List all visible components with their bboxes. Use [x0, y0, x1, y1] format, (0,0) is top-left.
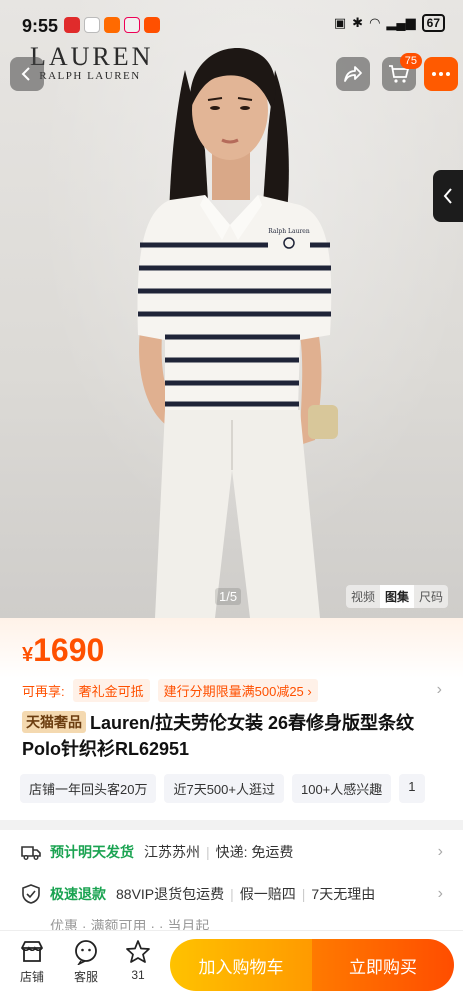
shield-check-icon — [22, 884, 40, 904]
product-tag: 店铺一年回头客20万 — [20, 774, 157, 803]
status-time: 9:55 — [22, 16, 59, 36]
bluetooth-icon: ✱ — [352, 15, 364, 30]
brand-logo: LAUREN RALPH LAUREN — [30, 42, 154, 83]
bottom-action-bar: 店铺 客服 31 加入购物车 立即购买 — [0, 930, 463, 1000]
price-currency: ¥ — [22, 644, 34, 666]
purchase-buttons: 加入购物车 立即购买 — [170, 939, 454, 991]
product-title: 天猫奢品 Lauren/拉夫劳伦女装 26春修身版型条纹Polo针织衫RL6295… — [22, 710, 442, 762]
notification-app-icon — [64, 17, 80, 33]
store-button[interactable]: 店铺 — [12, 939, 52, 985]
buy-now-button[interactable]: 立即购买 — [312, 939, 454, 991]
chevron-right-icon: › — [437, 843, 443, 860]
refund-item: 88VIP退货包运费 — [116, 886, 225, 902]
refund-item: 假一赔四 — [239, 886, 296, 902]
wifi-icon: ◠ — [369, 15, 381, 30]
cart-button[interactable]: 75 — [382, 53, 422, 91]
separator: | — [206, 844, 210, 860]
favorite-count: 31 — [131, 968, 145, 982]
more-button[interactable] — [424, 57, 458, 91]
brand-logo-sub: RALPH LAUREN — [39, 70, 141, 82]
shipping-highlight: 预计明天发货 — [50, 844, 134, 860]
product-tag: 100+人感兴趣 — [291, 774, 392, 803]
side-panel-tab[interactable] — [433, 170, 463, 222]
customer-service-label: 客服 — [73, 970, 98, 984]
notification-app-icon — [124, 17, 140, 33]
signal-icon: ▂▄▆ — [386, 15, 416, 30]
shipping-fee: 快递: 免运费 — [215, 844, 294, 860]
truck-icon — [21, 846, 41, 860]
coupon-row[interactable]: 可再享: 奢礼金可抵 建行分期限量满500减25 › › — [22, 678, 442, 702]
notification-app-icon — [84, 17, 100, 33]
media-tab-video[interactable]: 视频 — [346, 585, 380, 608]
chevron-left-icon — [443, 188, 452, 204]
nfc-icon: ▣ — [333, 15, 347, 30]
gallery-page-indicator: 1/5 — [215, 588, 242, 605]
coupon-tag-label: 建行分期限量满500减25 — [163, 683, 304, 699]
price-amount: 1690 — [33, 632, 105, 668]
shipping-info-row[interactable]: 预计明天发货 江苏苏州 | 快递: 免运费 › — [20, 837, 443, 867]
product-tag: 近7天500+人逛过 — [164, 774, 284, 803]
coupon-prefix: 可再享: — [22, 683, 65, 699]
refund-highlight: 极速退款 — [50, 886, 106, 902]
media-tab-gallery[interactable]: 图集 — [380, 585, 415, 608]
chat-face-icon — [75, 940, 97, 965]
coupon-tag[interactable]: 建行分期限量满500减25 › — [157, 678, 318, 702]
notification-app-icon — [104, 17, 120, 33]
shipping-location: 江苏苏州 — [144, 844, 200, 860]
share-icon — [344, 66, 362, 82]
tmall-luxury-badge: 天猫奢品 — [22, 711, 86, 733]
back-button[interactable] — [10, 57, 44, 91]
refund-item: 7天无理由 — [311, 886, 376, 902]
store-icon — [21, 941, 43, 962]
notification-app-icon — [144, 17, 160, 33]
more-dots-icon — [432, 72, 450, 76]
chevron-right-icon: › — [436, 681, 442, 698]
add-to-cart-button[interactable]: 加入购物车 — [170, 939, 312, 991]
cart-count-badge: 75 — [399, 53, 422, 69]
refund-info-row[interactable]: 极速退款 88VIP退货包运费 | 假一赔四 | 7天无理由 › — [20, 879, 443, 909]
battery-indicator: 67 — [421, 14, 445, 32]
product-image-gallery[interactable]: Ralph Lauren 9:55 ▣ ✱ ◠ ▂▄▆ 67 LAUREN RA… — [0, 0, 463, 618]
price-section: ¥1690 — [0, 618, 463, 678]
favorite-button[interactable]: 31 — [118, 939, 158, 982]
status-app-icons — [64, 17, 160, 33]
separator: | — [230, 886, 234, 902]
separator: | — [301, 886, 306, 902]
product-price: ¥1690 — [22, 632, 104, 669]
product-tags: 店铺一年回头客20万 近7天500+人逛过 100+人感兴趣 1 — [20, 774, 463, 803]
star-icon — [126, 940, 150, 963]
shirt-logo-text: Ralph Lauren — [268, 228, 310, 235]
chevron-right-icon: › — [437, 885, 443, 902]
chevron-left-icon — [21, 67, 30, 81]
media-tab-size[interactable]: 尺码 — [414, 585, 448, 608]
product-tag: 1 — [399, 774, 425, 803]
section-divider — [0, 820, 463, 830]
coupon-tag[interactable]: 奢礼金可抵 — [72, 678, 150, 702]
product-photo: Ralph Lauren — [137, 48, 338, 618]
status-indicators: ▣ ✱ ◠ ▂▄▆ 67 — [334, 14, 445, 32]
customer-service-button[interactable]: 客服 — [66, 939, 106, 985]
store-label: 店铺 — [19, 970, 44, 984]
brand-logo-main: LAUREN — [30, 42, 154, 71]
media-tabs: 视频 图集 尺码 — [346, 585, 449, 608]
share-button[interactable] — [336, 57, 370, 91]
